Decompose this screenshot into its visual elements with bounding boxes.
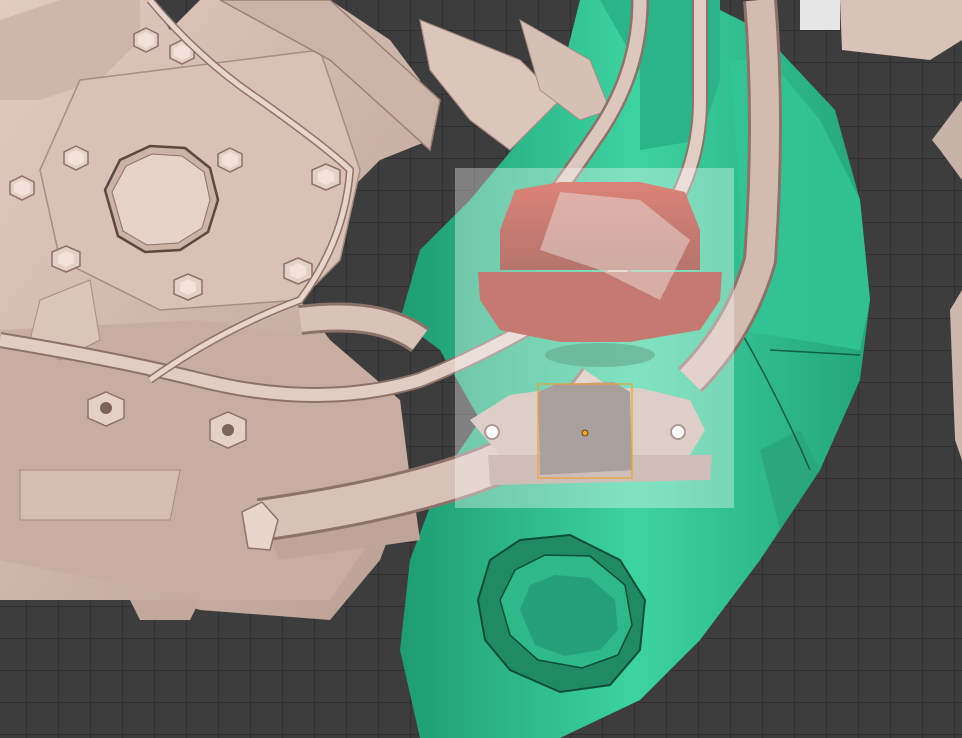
hex-bolt-icon — [133, 27, 159, 53]
hex-bolt-icon — [217, 147, 243, 173]
object-origin-icon[interactable] — [581, 429, 589, 437]
engine-cover — [103, 144, 220, 254]
hex-bolt-icon — [283, 257, 313, 285]
selection-clip-overlay — [455, 168, 734, 508]
hex-bolt-icon — [63, 145, 89, 171]
hex-bolt-icon — [311, 163, 341, 191]
scene-render[interactable] — [0, 0, 962, 738]
3d-viewport[interactable] — [0, 0, 962, 738]
hex-bolt-icon — [173, 273, 203, 301]
hex-bolt-icon — [51, 245, 81, 273]
hex-bolt-icon — [209, 411, 247, 449]
hex-bolt-icon — [9, 175, 35, 201]
hex-bolt-icon — [87, 391, 125, 427]
